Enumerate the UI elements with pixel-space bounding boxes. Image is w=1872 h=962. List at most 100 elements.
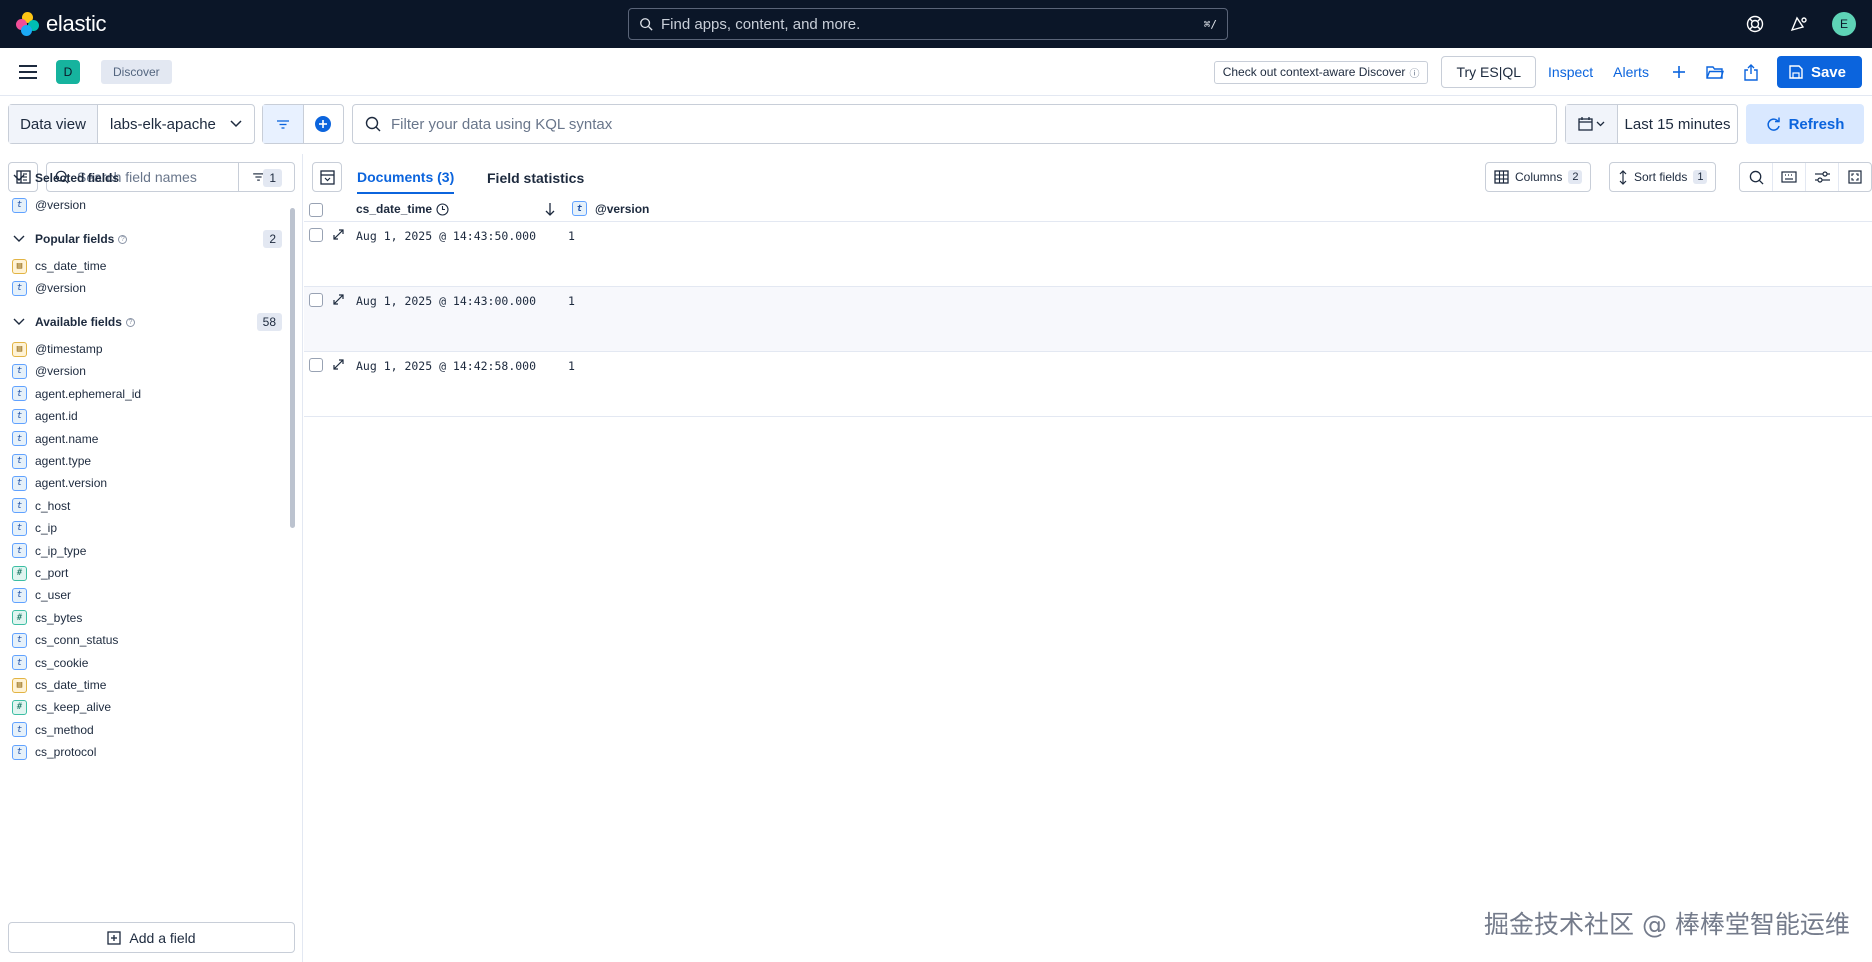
row-select-checkbox[interactable] (309, 293, 323, 307)
filter-menu-button[interactable] (263, 105, 304, 143)
new-icon[interactable] (1669, 62, 1689, 82)
expand-icon[interactable] (332, 228, 345, 241)
news-feed-icon[interactable] (1788, 13, 1810, 35)
columns-button[interactable]: Columns 2 (1485, 162, 1592, 192)
number-type-icon: # (12, 699, 27, 715)
filter-icon (276, 119, 289, 129)
breadcrumb[interactable]: Discover (101, 59, 172, 84)
field-item[interactable]: t cs_method (12, 720, 282, 740)
expand-icon[interactable] (332, 293, 345, 306)
field-item[interactable]: t @version (12, 195, 282, 215)
fullscreen-button[interactable] (1839, 163, 1871, 191)
refresh-button[interactable]: Refresh (1746, 104, 1864, 144)
string-type-icon: t (12, 197, 27, 213)
hide-chart-button[interactable] (312, 162, 342, 192)
field-item[interactable]: # cs_bytes (12, 608, 282, 628)
row-select-checkbox[interactable] (309, 228, 323, 242)
field-item[interactable]: t cs_protocol (12, 742, 282, 762)
row-select-checkbox[interactable] (309, 358, 323, 372)
field-item[interactable]: t agent.name (12, 429, 282, 449)
save-label: Save (1810, 63, 1846, 81)
field-item[interactable]: t cs_cookie (12, 653, 282, 673)
data-view-value: labs-elk-apache (110, 115, 216, 133)
try-esql-button[interactable]: Try ES|QL (1441, 56, 1537, 88)
add-field-button[interactable]: Add a field (8, 922, 295, 953)
field-item[interactable]: t agent.id (12, 406, 282, 426)
time-range-value[interactable]: Last 15 minutes (1618, 105, 1737, 143)
table-row[interactable]: Aug 1, 2025 @ 14:42:58.000 1 (304, 352, 1872, 417)
add-filter-button[interactable] (304, 105, 344, 143)
user-avatar[interactable]: E (1832, 12, 1856, 36)
chevron-down-icon (13, 235, 25, 242)
field-item[interactable]: t agent.type (12, 451, 282, 471)
data-view-picker[interactable]: Data view labs-elk-apache (8, 104, 255, 144)
field-name: agent.version (35, 476, 108, 491)
field-item[interactable]: # c_port (12, 563, 282, 583)
refresh-icon (1767, 117, 1780, 131)
field-item[interactable]: # cs_keep_alive (12, 697, 282, 717)
field-item[interactable]: t @version (12, 278, 282, 298)
section-label: Popular fields (35, 232, 115, 246)
field-item[interactable]: t @version (12, 361, 282, 381)
field-item[interactable]: t c_ip (12, 518, 282, 538)
menu-toggle-button[interactable] (0, 64, 56, 79)
quick-date-menu-button[interactable] (1566, 105, 1618, 143)
fullscreen-icon (1848, 170, 1862, 184)
string-type-icon: t (12, 453, 27, 469)
help-icon[interactable] (1744, 13, 1766, 35)
field-name: cs_protocol (35, 745, 97, 760)
global-search-input[interactable]: Find apps, content, and more. ⌘/ (628, 8, 1228, 40)
field-item[interactable]: t cs_conn_status (12, 630, 282, 650)
field-item[interactable]: t c_ip_type (12, 541, 282, 561)
sort-fields-button[interactable]: Sort fields 1 (1609, 162, 1717, 192)
display-settings-button[interactable] (1806, 163, 1839, 191)
context-aware-button[interactable]: Check out context-aware Discover ⓘ (1213, 60, 1429, 84)
field-name: agent.type (35, 454, 92, 468)
field-name: cs_keep_alive (35, 700, 112, 715)
field-item[interactable]: t c_user (12, 585, 282, 605)
string-type-icon: t (12, 587, 27, 603)
context-aware-label: Check out context-aware Discover (1222, 65, 1406, 79)
field-name: agent.name (35, 431, 99, 446)
elastic-logo[interactable]: elastic (16, 11, 216, 37)
field-name: cs_date_time (35, 678, 107, 692)
table-row[interactable]: Aug 1, 2025 @ 14:43:50.000 1 (304, 222, 1872, 287)
tab-documents[interactable]: Documents (3) (357, 162, 455, 194)
tab-field-statistics[interactable]: Field statistics (487, 162, 584, 194)
sidebar-scrollbar[interactable] (290, 208, 296, 888)
field-item[interactable]: ▤ @timestamp (12, 339, 282, 359)
sort-descending-icon[interactable] (545, 202, 555, 216)
field-item[interactable]: t agent.version (12, 473, 282, 493)
field-item[interactable]: ▤ cs_date_time (12, 256, 282, 276)
section-selected-fields[interactable]: Selected fields 1 (12, 168, 282, 188)
date-picker[interactable]: Last 15 minutes (1565, 104, 1738, 144)
grid-header-row: cs_date_time t @version (304, 198, 1872, 222)
open-folder-icon[interactable] (1705, 62, 1725, 82)
column-header-version[interactable]: t @version (572, 201, 649, 216)
help-icon: ? (125, 317, 135, 327)
expand-icon[interactable] (332, 358, 345, 371)
alerts-button[interactable]: Alerts (1613, 64, 1649, 80)
field-item[interactable]: ▤ cs_date_time (12, 675, 282, 695)
select-all-checkbox[interactable] (309, 203, 323, 217)
field-name: agent.id (35, 409, 78, 424)
data-view-select[interactable]: labs-elk-apache (98, 105, 254, 143)
section-popular-fields[interactable]: Popular fields? 2 (12, 229, 282, 249)
chevron-down-icon (1596, 121, 1605, 127)
field-item[interactable]: t c_host (12, 496, 282, 516)
keyboard-shortcuts-button[interactable] (1773, 163, 1806, 191)
chevron-down-icon (13, 174, 25, 181)
inspect-button[interactable]: Inspect (1548, 64, 1593, 80)
grid-toolbar (1739, 162, 1872, 192)
kql-query-input[interactable]: Filter your data using KQL syntax (352, 104, 1557, 144)
string-type-icon: t (572, 201, 587, 216)
section-available-fields[interactable]: Available fields? 58 (12, 312, 282, 332)
save-button[interactable]: Save (1776, 56, 1862, 88)
share-icon[interactable] (1741, 62, 1761, 82)
column-header-cs-date-time[interactable]: cs_date_time (356, 202, 449, 216)
search-in-grid-button[interactable] (1740, 163, 1773, 191)
table-row[interactable]: Aug 1, 2025 @ 14:43:00.000 1 (304, 287, 1872, 352)
field-name: cs_method (35, 722, 94, 737)
field-item[interactable]: t agent.ephemeral_id (12, 384, 282, 404)
space-avatar[interactable]: D (56, 59, 80, 84)
